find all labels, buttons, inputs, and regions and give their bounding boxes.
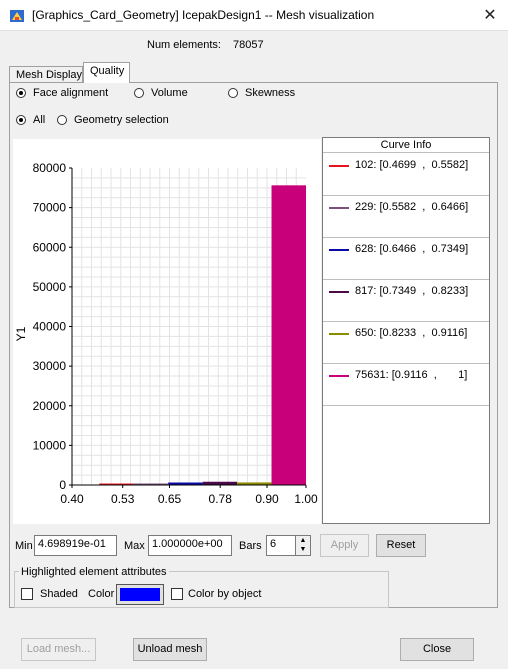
window-title: [Graphics_Card_Geometry] IcepakDesign1 -… bbox=[32, 8, 375, 22]
x-tick-label: 1.00 bbox=[294, 492, 318, 506]
legend-entry-label: 650: [0.8233 , 0.9116] bbox=[355, 327, 468, 339]
color-by-object-label: Color by object bbox=[188, 588, 262, 600]
min-input[interactable]: 4.698919e-01 bbox=[34, 535, 117, 556]
legend-swatch bbox=[329, 249, 349, 251]
x-tick-label: 0.78 bbox=[209, 492, 233, 506]
color-by-object-checkbox[interactable] bbox=[171, 588, 183, 600]
curve-info-row: 628: [0.6466 , 0.7349] bbox=[323, 238, 489, 280]
x-tick-label: 0.53 bbox=[111, 492, 135, 506]
color-label: Color bbox=[88, 588, 115, 600]
max-label: Max bbox=[124, 540, 145, 552]
radio-dot bbox=[57, 115, 67, 125]
legend-swatch bbox=[329, 165, 349, 167]
curve-info-row: 75631: [0.9116 , 1] bbox=[323, 364, 489, 406]
curve-info-row: 229: [0.5582 , 0.6466] bbox=[323, 196, 489, 238]
legend-entry-label: 75631: [0.9116 , 1] bbox=[355, 369, 468, 381]
curve-info-row: 102: [0.4699 , 0.5582] bbox=[323, 154, 489, 196]
curve-info-row: 817: [0.7349 , 0.8233] bbox=[323, 280, 489, 322]
highlight-group-label: Highlighted element attributes bbox=[19, 566, 169, 578]
legend-swatch bbox=[329, 207, 349, 209]
shaded-label: Shaded bbox=[40, 588, 78, 600]
radio-dot bbox=[134, 88, 144, 98]
tab-quality[interactable]: Quality bbox=[83, 62, 130, 83]
color-picker-button[interactable] bbox=[116, 584, 164, 605]
curve-info-title: Curve Info bbox=[323, 138, 489, 153]
shaded-checkbox[interactable] bbox=[21, 588, 33, 600]
min-label: Min bbox=[15, 540, 33, 552]
radio-dot bbox=[16, 88, 26, 98]
radio-dot bbox=[228, 88, 238, 98]
legend-entry-label: 628: [0.6466 , 0.7349] bbox=[355, 243, 469, 255]
apply-button[interactable]: Apply bbox=[320, 534, 369, 557]
y-tick-label: 30000 bbox=[33, 359, 67, 373]
legend-entry-label: 102: [0.4699 , 0.5582] bbox=[355, 159, 469, 171]
y-tick-label: 80000 bbox=[33, 161, 67, 175]
radio-label: Geometry selection bbox=[74, 114, 169, 126]
y-axis-label: Y1 bbox=[14, 326, 28, 341]
x-tick-label: 0.40 bbox=[60, 492, 84, 506]
x-tick-label: 0.65 bbox=[158, 492, 182, 506]
tab-mesh-display[interactable]: Mesh Display bbox=[9, 66, 83, 83]
y-tick-label: 10000 bbox=[33, 438, 67, 452]
bars-input[interactable]: 6 bbox=[266, 535, 296, 556]
radio-dot bbox=[16, 115, 26, 125]
radio-label: All bbox=[33, 114, 46, 126]
y-tick-label: 20000 bbox=[33, 399, 67, 413]
legend-swatch bbox=[329, 375, 349, 377]
chart-grid bbox=[72, 168, 306, 485]
y-tick-label: 50000 bbox=[33, 280, 67, 294]
histogram-bar bbox=[271, 185, 306, 485]
color-swatch bbox=[120, 588, 160, 601]
histogram-plot[interactable]: 0 10000 20000 30000 40000 50000 60000 70000 8000… bbox=[13, 139, 321, 524]
curve-info-row: 650: [0.8233 , 0.9116] bbox=[323, 322, 489, 364]
unload-mesh-button[interactable]: Unload mesh bbox=[133, 638, 207, 661]
y-tick-label: 0 bbox=[59, 478, 66, 492]
max-input[interactable]: 1.000000e+00 bbox=[148, 535, 232, 556]
reset-button[interactable]: Reset bbox=[376, 534, 426, 557]
load-mesh-button[interactable]: Load mesh... bbox=[21, 638, 96, 661]
close-window-button[interactable]: ✕ bbox=[472, 0, 508, 31]
legend-swatch bbox=[329, 333, 349, 335]
spin-down-icon[interactable]: ▼ bbox=[296, 545, 310, 554]
y-tick-label: 40000 bbox=[33, 320, 67, 334]
legend-swatch bbox=[329, 291, 349, 293]
curve-info-legend: Curve Info 102: [0.4699 , 0.5582] 229: [0… bbox=[322, 137, 490, 524]
bars-spinner[interactable]: ▲ ▼ bbox=[295, 535, 311, 556]
y-tick-label: 70000 bbox=[33, 201, 67, 215]
radio-label: Face alignment bbox=[33, 87, 109, 99]
app-logo-icon bbox=[10, 10, 24, 22]
spin-up-icon[interactable]: ▲ bbox=[296, 536, 310, 545]
num-elements-label: Num elements: bbox=[147, 39, 221, 51]
y-tick-label: 60000 bbox=[33, 240, 67, 254]
legend-entry-label: 817: [0.7349 , 0.8233] bbox=[355, 285, 469, 297]
num-elements: Num elements: 78057 bbox=[147, 39, 264, 51]
radio-label: Skewness bbox=[245, 87, 296, 99]
num-elements-value: 78057 bbox=[233, 39, 264, 51]
histogram-chart: 0 10000 20000 30000 40000 50000 60000 70000 8000… bbox=[14, 161, 318, 506]
title-bar: [Graphics_Card_Geometry] IcepakDesign1 -… bbox=[0, 0, 508, 31]
radio-label: Volume bbox=[151, 87, 188, 99]
x-tick-label: 0.90 bbox=[255, 492, 279, 506]
close-button[interactable]: Close bbox=[400, 638, 474, 661]
legend-entry-label: 229: [0.5582 , 0.6466] bbox=[355, 201, 469, 213]
bars-label: Bars bbox=[239, 540, 262, 552]
